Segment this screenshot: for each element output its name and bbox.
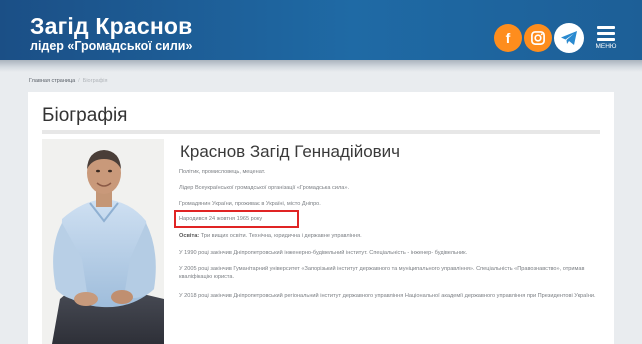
education-label: Освіта: xyxy=(179,233,200,239)
page-title: Біографія xyxy=(42,105,128,126)
telegram-button[interactable] xyxy=(554,23,584,53)
instagram-button[interactable] xyxy=(524,24,552,52)
menu-button[interactable]: МЕНЮ xyxy=(588,22,624,54)
site-title[interactable]: Загід Краснов xyxy=(30,14,193,38)
bio-paragraph: У 2005 році закінчив Гуманітарний універ… xyxy=(179,266,585,280)
bio-paragraph: Політик, промисловець, меценат. xyxy=(179,169,266,175)
breadcrumb-current: Біографія xyxy=(82,78,108,84)
person-name-heading: Краснов Загід Геннадійович xyxy=(180,142,401,161)
portrait-photo xyxy=(42,139,164,344)
bio-paragraph: Громадянин України, проживає в Україні, … xyxy=(179,201,321,207)
birth-date-highlight xyxy=(174,210,299,228)
education-paragraph: Освіта: Три вищих освіти. Технічна, юрид… xyxy=(179,232,607,240)
breadcrumb-separator: / xyxy=(78,78,80,84)
telegram-icon xyxy=(561,31,577,45)
instagram-icon xyxy=(531,31,545,45)
portrait-illustration xyxy=(42,139,164,344)
site-subtitle: лідер «Громадської сили» xyxy=(30,39,193,53)
bio-paragraph: Лідер Всеукраїнської громадської організ… xyxy=(179,185,349,191)
site-header: Загід Краснов лідер «Громадської сили» f… xyxy=(0,0,642,60)
content-card: Біографія Краснов Загід Геннадійович Пол… xyxy=(28,92,614,344)
menu-label: МЕНЮ xyxy=(595,43,617,50)
hamburger-menu-icon xyxy=(597,26,615,44)
facebook-icon: f xyxy=(505,30,511,46)
title-divider xyxy=(42,130,600,134)
facebook-button[interactable]: f xyxy=(494,24,522,52)
bio-paragraph: У 2018 році закінчив Дніпропетровський р… xyxy=(179,293,596,299)
bio-paragraph: У 1990 році закінчив Дніпропетровський і… xyxy=(179,250,468,256)
breadcrumb: Главная страница / Біографія xyxy=(29,77,107,85)
header-shadow-strip xyxy=(0,60,642,72)
education-text: Три вищих освіти. Технічна, юридична і д… xyxy=(199,233,362,239)
breadcrumb-home-link[interactable]: Главная страница xyxy=(29,78,75,84)
